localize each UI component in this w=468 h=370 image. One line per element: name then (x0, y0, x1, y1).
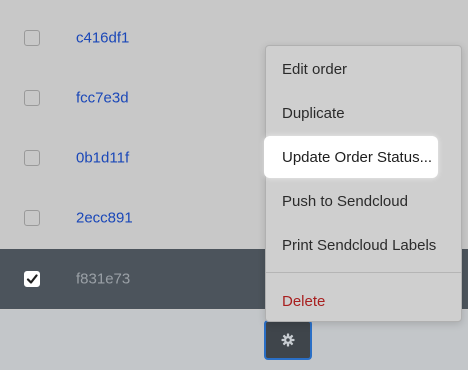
menu-item-push-to-sendcloud[interactable]: Push to Sendcloud (266, 181, 461, 221)
order-id-link[interactable]: fcc7e3d (76, 90, 129, 107)
row-checkbox[interactable] (24, 30, 40, 46)
order-id-link[interactable]: 2ecc891 (76, 210, 133, 227)
row-checkbox[interactable] (24, 90, 40, 106)
menu-item-delete[interactable]: Delete (266, 281, 461, 321)
order-id-link[interactable]: 0b1d11f (76, 150, 129, 167)
menu-item-edit-order[interactable]: Edit order (266, 49, 461, 89)
actions-dropdown-menu: Edit order Duplicate Update Order Status… (264, 45, 462, 322)
menu-item-update-order-status[interactable]: Update Order Status... (264, 136, 438, 178)
gear-icon (281, 333, 295, 347)
menu-item-print-sendcloud-labels[interactable]: Print Sendcloud Labels (266, 225, 461, 265)
row-checkbox-checked[interactable] (24, 271, 40, 287)
menu-divider (266, 272, 461, 273)
row-checkbox[interactable] (24, 150, 40, 166)
menu-item-duplicate[interactable]: Duplicate (266, 93, 461, 133)
row-checkbox[interactable] (24, 210, 40, 226)
checkmark-icon (26, 274, 38, 284)
order-id-link[interactable]: c416df1 (76, 30, 129, 47)
order-id-text[interactable]: f831e73 (76, 271, 130, 288)
actions-menu-button[interactable] (264, 320, 312, 360)
